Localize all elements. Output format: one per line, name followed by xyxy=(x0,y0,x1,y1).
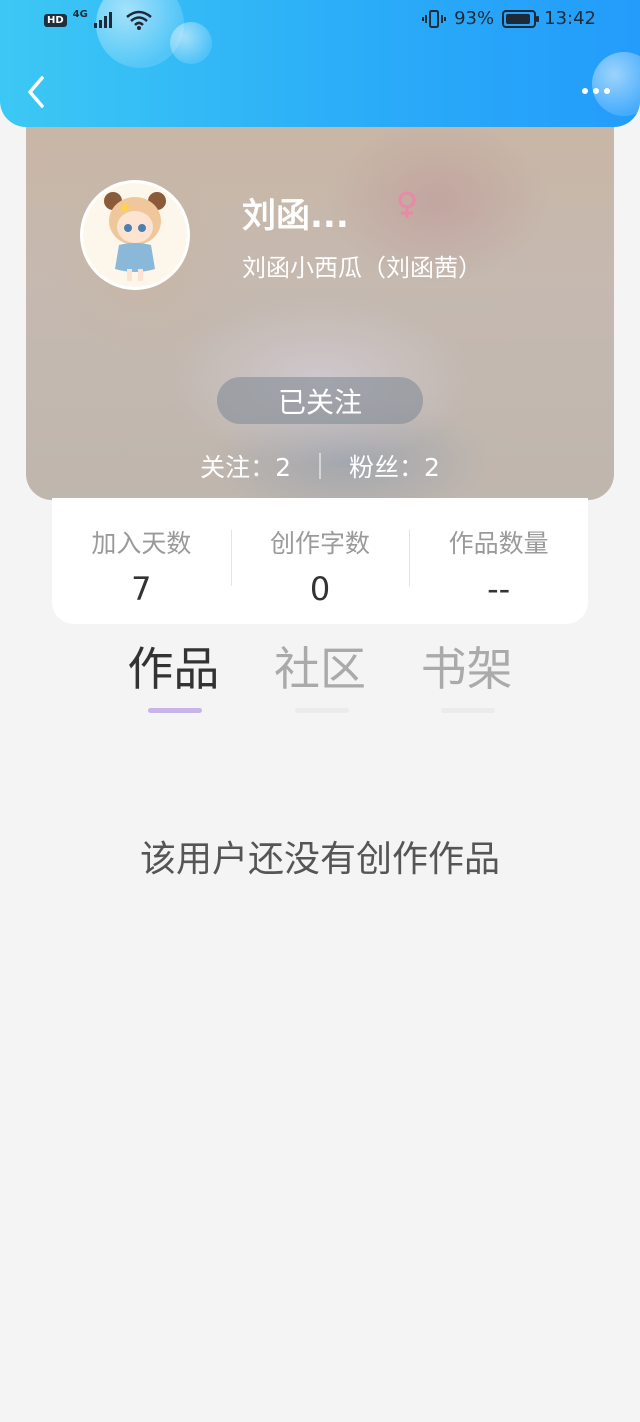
battery-icon xyxy=(502,9,540,28)
battery-percent: 93% xyxy=(454,8,495,29)
top-header: HD 4G 93% 13:42 xyxy=(0,0,640,127)
stat-word-count: 创作字数 0 xyxy=(230,498,410,624)
stat-value: 7 xyxy=(131,570,152,608)
status-bar: HD 4G 93% 13:42 xyxy=(0,8,640,36)
tab-bookshelf[interactable]: 书架 xyxy=(393,640,540,720)
tab-label: 作品 xyxy=(127,642,220,696)
back-icon[interactable] xyxy=(22,72,52,112)
more-options-icon[interactable] xyxy=(582,88,610,94)
profile-nickname: 刘函小西瓜（刘函茜） xyxy=(242,254,482,282)
divider xyxy=(319,453,321,479)
avatar[interactable] xyxy=(80,180,190,290)
wifi-icon xyxy=(126,10,152,30)
follow-counts: 关注：2 粉丝：2 xyxy=(26,448,614,484)
empty-state-message: 该用户还没有创作作品 xyxy=(139,839,500,880)
followers-count[interactable]: 粉丝：2 xyxy=(349,448,440,484)
stat-works-count: 作品数量 -- xyxy=(409,498,588,624)
stat-label: 创作字数 xyxy=(270,529,371,558)
following-count[interactable]: 关注：2 xyxy=(200,448,291,484)
tab-community[interactable]: 社区 xyxy=(247,640,394,720)
tab-indicator xyxy=(441,708,496,713)
signal-icon xyxy=(93,12,112,28)
stat-label: 作品数量 xyxy=(448,529,549,558)
tab-bar: 作品 社区 书架 xyxy=(100,640,540,720)
stat-value: 0 xyxy=(309,570,331,608)
network-type: 4G xyxy=(72,8,88,20)
tab-label: 书架 xyxy=(420,642,513,696)
vibrate-icon xyxy=(422,9,447,28)
tab-indicator xyxy=(148,708,202,713)
profile-card: 刘函... 刘函小西瓜（刘函茜） 已关注 关注：2 粉丝：2 xyxy=(26,100,614,500)
stats-panel: 加入天数 7 创作字数 0 作品数量 -- xyxy=(52,498,588,624)
profile-name: 刘函... xyxy=(242,196,349,236)
followed-button[interactable]: 已关注 xyxy=(217,377,423,424)
decor-bubble xyxy=(592,52,640,116)
stat-join-days: 加入天数 7 xyxy=(52,498,231,624)
stat-value: -- xyxy=(487,570,511,608)
stat-label: 加入天数 xyxy=(91,529,192,558)
tab-label: 社区 xyxy=(274,642,366,696)
tab-works[interactable]: 作品 xyxy=(100,640,247,720)
avatar-illustration xyxy=(83,183,187,287)
hd-badge: HD xyxy=(44,13,67,27)
female-icon xyxy=(398,191,416,218)
clock: 13:42 xyxy=(544,8,596,29)
tab-indicator xyxy=(294,708,349,713)
